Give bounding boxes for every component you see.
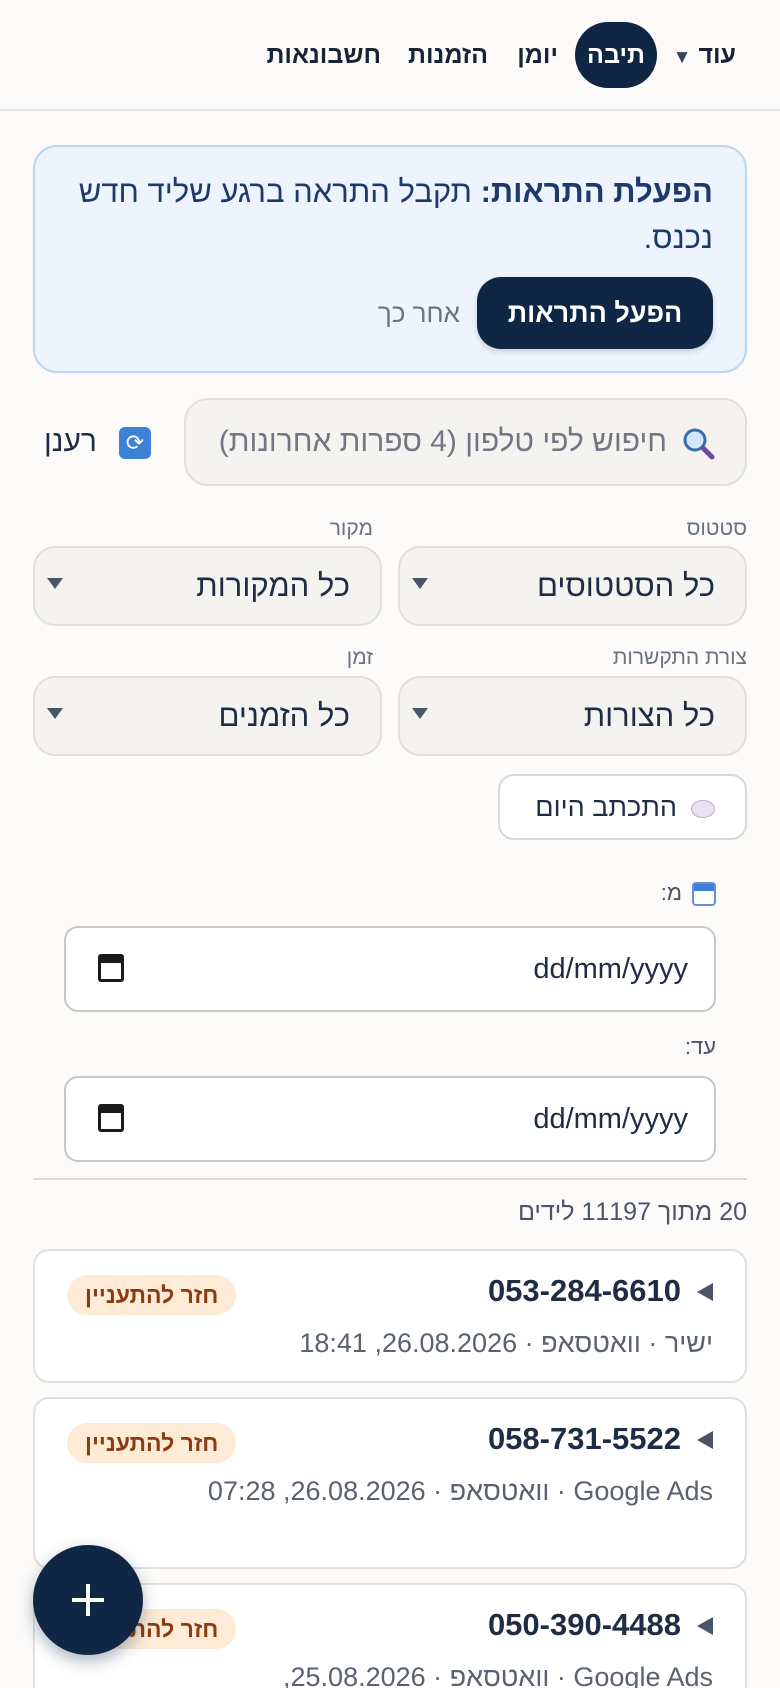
status-badge: חזר להתעניין [67,1275,237,1315]
notification-prompt-text: הפעלת התראות: תקבל התראה ברגע שליד חדש נ… [73,169,713,261]
top-nav: עוד ▼ תיבה יומן הזמנות חשבונאות [0,0,780,111]
triangle-left-icon [697,1431,713,1449]
date-to-input[interactable]: dd/mm/yyyy [64,1076,716,1162]
lead-card[interactable]: 053-284-6610 ישיר · וואטסאפ · 26.08.2026… [33,1249,747,1383]
nav-tab-orders[interactable]: הזמנות [408,22,488,88]
notification-prompt-title: הפעלת התראות: [480,174,713,209]
lead-meta: Google Ads · וואטסאפ · 26.08.2026, 07:28 [207,1476,713,1506]
lead-phone: 058-731-5522 [487,1421,681,1456]
source-select[interactable]: כל המקורות [33,546,382,626]
refresh-label: רענן [44,425,97,458]
source-select-value: כל המקורות [196,568,350,603]
date-to-label: עד: [684,1034,716,1059]
search-icon [683,428,715,460]
triangle-left-icon [697,1283,713,1301]
status-select-value: כל הסטטוסים [537,568,715,603]
add-lead-button[interactable] [33,1545,143,1655]
status-select[interactable]: כל הסטטוסים [398,546,747,626]
time-select[interactable]: כל הזמנים [33,676,382,756]
time-filter-label: זמן [346,646,373,669]
date-from-label: מ: [660,880,716,907]
source-filter-label: מקור [329,517,373,540]
refresh-button[interactable]: ⟳ רענן [44,398,151,486]
chevron-down-icon: ▼ [672,47,692,68]
triangle-left-icon [697,1617,713,1635]
date-to-value: dd/mm/yyyy [533,1103,688,1135]
written-today-label: התכתב היום [535,792,677,822]
contact-select-value: כל הצורות [583,698,715,733]
divider [33,1178,747,1180]
results-count: 20 מתוך 11197 לידים [517,1198,747,1226]
nav-tab-calendar[interactable]: יומן [517,22,558,88]
status-badge: חזר להתעניין [67,1423,237,1463]
time-select-value: כל הזמנים [218,698,350,733]
nav-tab-inbox[interactable]: תיבה [575,22,657,88]
notification-prompt-card: הפעלת התראות: תקבל התראה ברגע שליד חדש נ… [33,145,747,373]
written-today-filter-button[interactable]: התכתב היום [498,774,747,840]
status-filter-label: סטטוס [686,517,747,540]
chevron-down-icon [412,708,428,719]
nav-more-label: עוד [698,41,736,69]
contact-select[interactable]: כל הצורות [398,676,747,756]
date-from-label-text: מ: [660,880,682,905]
search-input[interactable]: חיפוש לפי טלפון (4 ספרות אחרונות) [184,398,747,486]
nav-more-menu[interactable]: עוד ▼ [665,22,736,88]
date-from-input[interactable]: dd/mm/yyyy [64,926,716,1012]
lead-meta: Google Ads · וואטסאפ · 25.08.2026, [283,1662,713,1688]
chevron-down-icon [47,708,63,719]
calendar-picker-icon[interactable] [98,954,124,982]
search-placeholder: חיפוש לפי טלפון (4 ספרות אחרונות) [218,425,667,458]
nav-tab-invoices[interactable]: חשבונאות [266,22,381,88]
date-from-value: dd/mm/yyyy [533,953,688,985]
lead-meta: ישיר · וואטסאפ · 26.08.2026, 18:41 [299,1328,713,1358]
calendar-icon [692,882,716,907]
lead-phone: 053-284-6610 [487,1273,681,1308]
later-button[interactable]: אחר כך [378,277,460,349]
enable-notifications-button[interactable]: הפעל התראות [477,277,713,349]
calendar-picker-icon[interactable] [98,1104,124,1132]
plus-icon-stroke [86,1584,90,1616]
chevron-down-icon [412,578,428,589]
contact-filter-label: צורת התקשרות [612,646,747,669]
lead-card[interactable]: 058-731-5522 Google Ads · וואטסאפ · 26.0… [33,1397,747,1569]
chevron-down-icon [47,578,63,589]
speech-bubble-icon [691,799,715,818]
refresh-icon: ⟳ [118,427,151,460]
lead-phone: 050-390-4488 [487,1607,681,1642]
